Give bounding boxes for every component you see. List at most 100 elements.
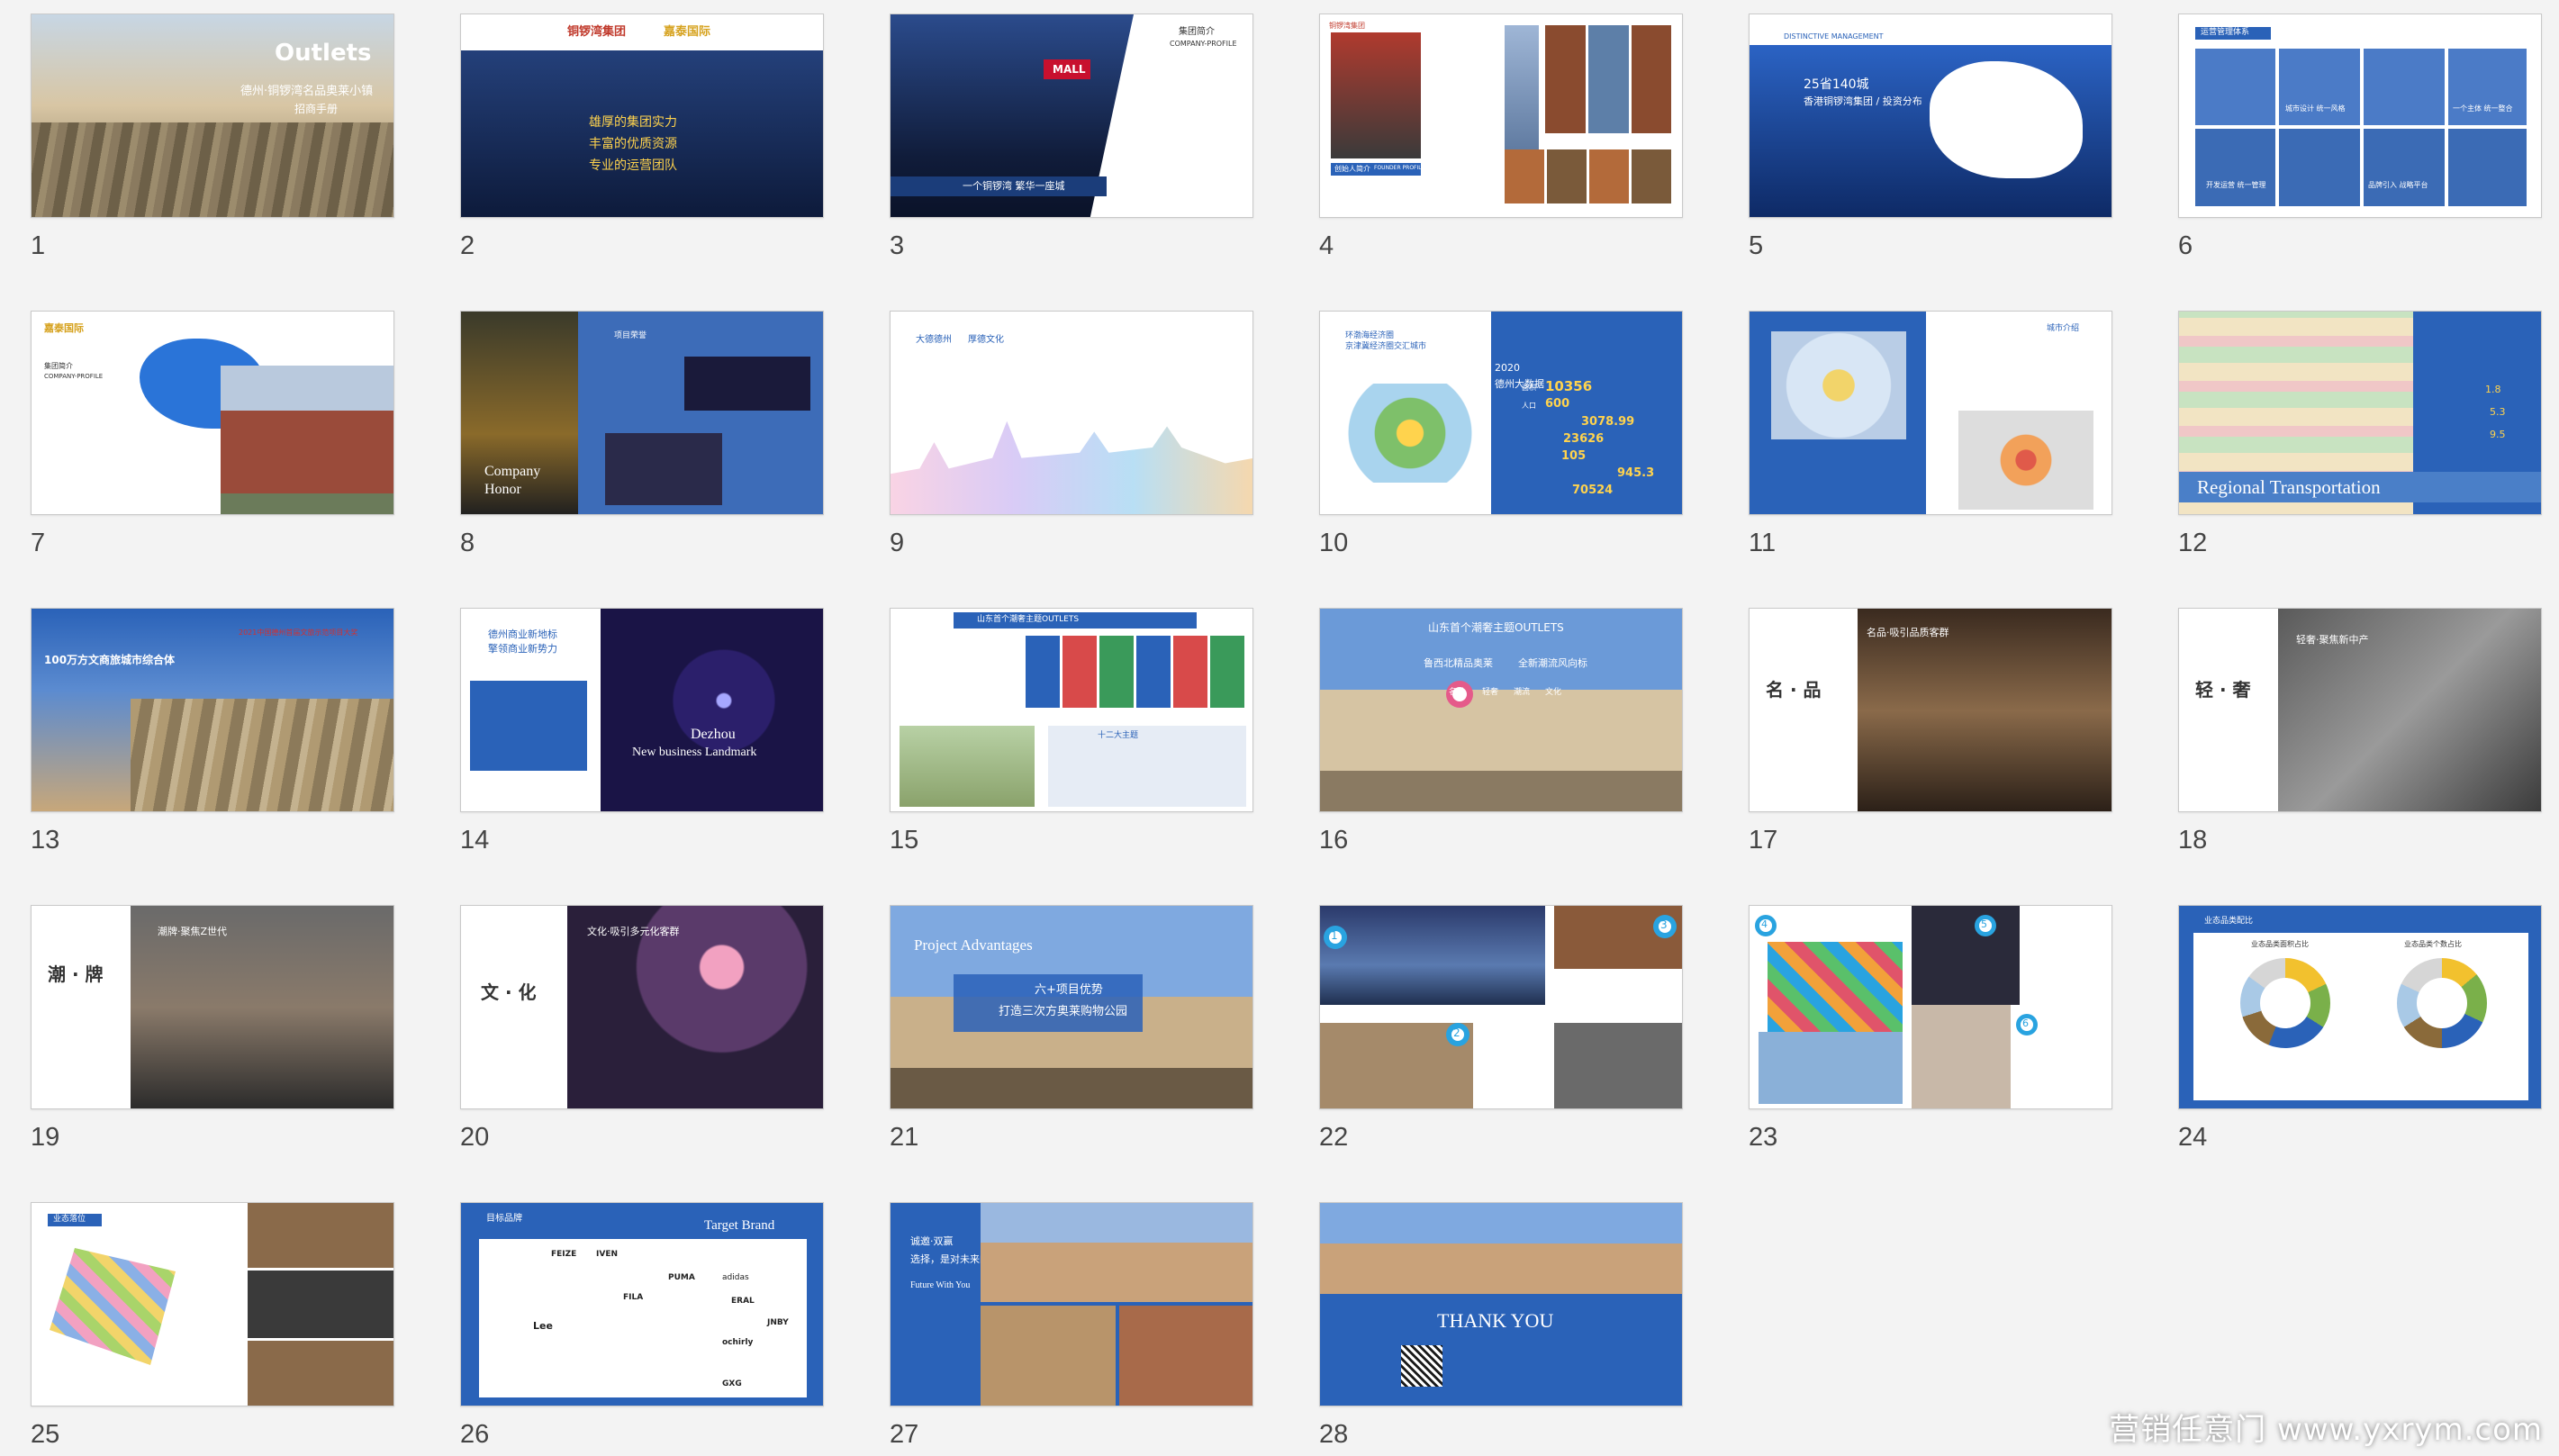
theme-tiles <box>1026 636 1245 708</box>
invitation-title: 诚邀·双赢 <box>910 1235 954 1247</box>
gallery-photos-2 <box>1505 149 1671 203</box>
award-photo-2 <box>605 433 722 505</box>
slogan-2: 全新潮流风向标 <box>1518 657 1587 669</box>
slide-thumbnail-1[interactable]: Outlets 德州·铜锣湾名品奥莱小镇 招商手册 <box>31 14 394 218</box>
slide-thumbnail-12[interactable]: 1.8 5.3 9.5 Regional Transportation <box>2178 311 2542 515</box>
slide-thumbnail-25[interactable]: 业态落位 <box>31 1202 394 1406</box>
slide-number-26: 26 <box>460 1420 490 1449</box>
slide-thumbnail-26[interactable]: 目标品牌 Target Brand FEIZE IVEN PUMA adidas… <box>460 1202 824 1406</box>
watermark: 营销任意门 www.yxrym.com <box>2109 1412 2543 1448</box>
slide-thumbnail-28[interactable]: THANK YOU <box>1319 1202 1683 1406</box>
slide-thumbnail-4[interactable]: 铜锣湾集团 创始人简介 FOUNDER PROFILE <box>1319 14 1683 218</box>
slide-title: 山东首个潮奢主题OUTLETS <box>977 615 1080 624</box>
data-panel-title: 德州大数据 <box>1495 378 1544 390</box>
data-year: 2020 <box>1495 362 1520 374</box>
slide-number-7: 7 <box>31 529 46 557</box>
shopping-photo <box>1912 1005 2011 1108</box>
slogan-1: 鲁西北精品奥莱 <box>1424 657 1493 669</box>
section-title: 运营管理体系 <box>2201 28 2250 37</box>
gallery-photos <box>1545 25 1671 133</box>
slide-title: 山东首个潮奢主题OUTLETS <box>1428 621 1564 634</box>
district-map <box>1958 411 2093 510</box>
slide-title: 100万方文商旅城市综合体 <box>44 654 176 666</box>
economic-circle-graphic <box>1338 384 1482 483</box>
headline-1: 雄厚的集团实力 <box>589 115 677 130</box>
slide-thumbnail-15[interactable]: 山东首个潮奢主题OUTLETS 十二大主题 <box>890 608 1253 812</box>
brand-logo-5: Lee <box>533 1320 553 1332</box>
slide-thumbnail-21[interactable]: Project Advantages 六+项目优势 打造三次方奥莱购物公园 <box>890 905 1253 1109</box>
slide-thumbnail-14[interactable]: 德州商业新地标 擎领商业新势力 Dezhou New business Land… <box>460 608 824 812</box>
slide-title: 德州·铜锣湾名品奥莱小镇 <box>240 85 374 98</box>
brand-logo: 嘉泰国际 <box>44 322 84 334</box>
slide-thumbnail-19[interactable]: 潮 · 牌 潮牌·聚焦Z世代 <box>31 905 394 1109</box>
aerial-site-photo <box>131 699 393 811</box>
slide-thumbnail-23[interactable]: 4 5 6 <box>1749 905 2112 1109</box>
diamond-graphic <box>1768 942 1903 1032</box>
section-title-en: Target Brand <box>704 1218 775 1233</box>
brand-logo-7: FILA <box>623 1293 644 1302</box>
section-title: 业态落位 <box>53 1215 86 1224</box>
slide-title: 名 · 品 <box>1766 679 1822 701</box>
slide-thumbnail-8[interactable]: Company Honor 项目荣誉 <box>460 311 824 515</box>
invitation-en: Future With You <box>910 1280 971 1290</box>
slide-title: 潮 · 牌 <box>48 963 104 985</box>
brand-logo-4: adidas <box>722 1273 749 1282</box>
slide-thumbnail-27[interactable]: 诚邀·双赢 选择，是对未来的预见 Future With You <box>890 1202 1253 1406</box>
slide-thumbnail-18[interactable]: 轻 · 奢 轻奢·聚焦新中产 <box>2178 608 2542 812</box>
plaza-photo-2 <box>981 1306 1116 1406</box>
slide-thumbnail-20[interactable]: 文 · 化 文化·吸引多元化客群 <box>460 905 824 1109</box>
slide-thumbnail-10[interactable]: 环渤海经济圈 京津冀经济圈交汇城市 2020 德州大数据 面积 10356 人口… <box>1319 311 1683 515</box>
slide-number-20: 20 <box>460 1123 490 1152</box>
themes-panel <box>1048 726 1246 807</box>
section-title: 集团简介 <box>44 362 73 370</box>
section-title: 集团简介 <box>1179 27 1215 37</box>
slide-thumbnail-9[interactable]: 大德德州 厚德文化 <box>890 311 1253 515</box>
advantages-line-2: 打造三次方奥莱购物公园 <box>999 1005 1128 1018</box>
slide-thumbnail-11[interactable]: 城市介绍 <box>1749 311 2112 515</box>
ferris-wheel-photo <box>601 609 823 811</box>
tag-label-3: 潮流 <box>1514 688 1531 697</box>
chart-title-1: 业态品类面积占比 <box>2251 940 2309 948</box>
slide-thumbnail-17[interactable]: 名 · 品 名品·吸引品质客群 <box>1749 608 2112 812</box>
slide-number-12: 12 <box>2178 529 2208 557</box>
qr-code <box>1401 1345 1442 1387</box>
headline-3: 专业的运营团队 <box>589 158 677 173</box>
slide-thumbnail-7[interactable]: 嘉泰国际 集团简介 COMPANY-PROFILE <box>31 311 394 515</box>
region-subtitle: 京津冀经济圈交汇城市 <box>1345 342 1427 351</box>
section-title: 城市介绍 <box>2047 324 2080 333</box>
slide-number-8: 8 <box>460 529 475 557</box>
slide-thumbnail-16[interactable]: 山东首个潮奢主题OUTLETS 鲁西北精品奥莱 全新潮流风向标 名品 轻奢 潮流… <box>1319 608 1683 812</box>
mall-label: MALL <box>1053 63 1086 76</box>
award-photo-1 <box>684 357 810 411</box>
slide-thumbnail-22[interactable]: 1 2 3 <box>1319 905 1683 1109</box>
slide-number-25: 25 <box>31 1420 60 1449</box>
slide-number-22: 22 <box>1319 1123 1349 1152</box>
founder-photo <box>1331 32 1421 158</box>
slide-thumbnail-6[interactable]: 运营管理体系 城市设计 统一风格 一个主体 统一整合 开发运营 统一管理 品牌引… <box>2178 14 2542 218</box>
landmark-title: Dezhou <box>691 727 736 742</box>
slide-thumbnail-13[interactable]: 100万方文商旅城市综合体 2021中国德州首届文旅示范项目大奖 <box>31 608 394 812</box>
brand-logo-9: JNBY <box>767 1318 789 1327</box>
management-label: DISTINCTIVE MANAGEMENT <box>1784 32 1884 41</box>
china-map <box>1930 61 2083 178</box>
slide-thumbnail-3[interactable]: MALL 集团简介 COMPANY-PROFILE 一个铜锣湾 繁华一座城 <box>890 14 1253 218</box>
section-title: 项目荣誉 <box>614 331 647 340</box>
brand-logo: 铜锣湾集团 <box>1329 22 1365 30</box>
slide-title-1: 大德德州 <box>916 335 952 345</box>
stat-urban: 105 <box>1561 449 1587 463</box>
slide-number-3: 3 <box>890 231 905 260</box>
slide-number-11: 11 <box>1749 529 1777 557</box>
badge-3: 3 <box>1660 918 1668 931</box>
stat-disposable: 70524 <box>1572 484 1614 497</box>
slide-thumbnail-24[interactable]: 业态品类配比 业态品类面积占比 业态品类个数占比 <box>2178 905 2542 1109</box>
section-subtitle: COMPANY-PROFILE <box>44 373 104 380</box>
section-title: 目标品牌 <box>486 1214 522 1224</box>
floor-plan <box>50 1248 176 1365</box>
slide-thumbnail-2[interactable]: 铜锣湾集团 嘉泰国际 雄厚的集团实力 丰富的优质资源 专业的运营团队 <box>460 14 824 218</box>
stat-gdp: 3078.99 <box>1581 415 1635 429</box>
badge-4: 4 <box>1761 918 1768 930</box>
tag-label-2: 轻奢 <box>1482 688 1499 697</box>
advantages-line-1: 六+项目优势 <box>1035 983 1103 997</box>
slide-subtitle: 招商手册 <box>294 103 339 115</box>
slide-thumbnail-5[interactable]: DISTINCTIVE MANAGEMENT 25省140城 香港铜锣湾集团 /… <box>1749 14 2112 218</box>
